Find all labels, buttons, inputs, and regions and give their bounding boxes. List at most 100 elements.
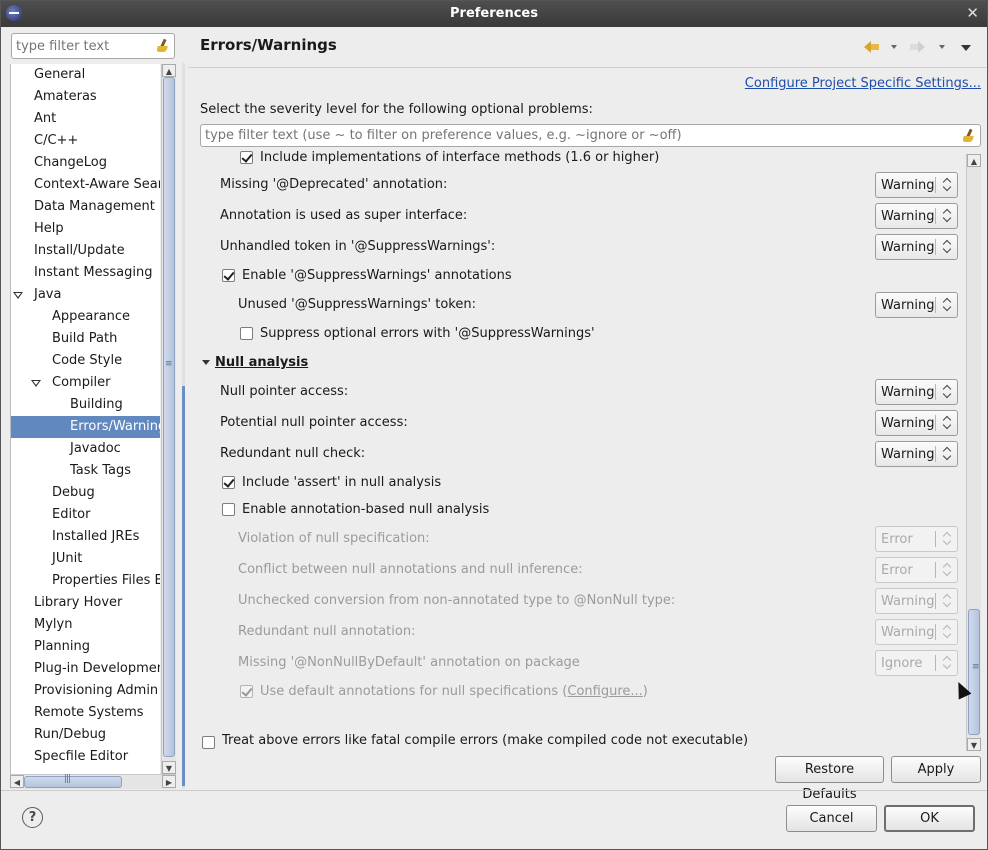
expand-arrow-icon[interactable]: [33, 311, 41, 323]
tree-item[interactable]: Build Path: [11, 328, 160, 350]
severity-setting-row[interactable]: Unhandled token in '@SuppressWarnings': W…: [200, 234, 966, 260]
tree-hscroll-thumb[interactable]: [24, 776, 122, 788]
severity-setting-row[interactable]: Redundant null check: Warning: [200, 441, 966, 467]
expand-arrow-icon[interactable]: [15, 729, 23, 741]
tree-item[interactable]: JUnit: [11, 548, 160, 570]
scroll-up-arrow-icon[interactable]: ▲: [162, 64, 176, 77]
settings-vertical-scrollbar[interactable]: ▲ ≡ ▼: [966, 154, 981, 751]
expand-arrow-icon[interactable]: [15, 245, 23, 257]
ok-button[interactable]: OK: [884, 805, 975, 832]
expand-arrow-icon[interactable]: [15, 91, 23, 103]
tree-scroll-thumb[interactable]: [163, 77, 175, 757]
tree-item[interactable]: Instant Messaging: [11, 262, 160, 284]
configure-annotations-link[interactable]: Configure...: [567, 684, 642, 699]
settings-scroll-thumb[interactable]: ≡: [968, 609, 980, 735]
collapse-arrow-icon[interactable]: [13, 292, 23, 299]
forward-history-dropdown-icon[interactable]: [939, 45, 945, 49]
tree-item[interactable]: Errors/Warnings: [11, 416, 160, 438]
tree-item[interactable]: Library Hover: [11, 592, 160, 614]
severity-select[interactable]: Warning: [875, 441, 958, 467]
severity-select[interactable]: Warning: [875, 410, 958, 436]
tree-item[interactable]: Mylyn: [11, 614, 160, 636]
tree-item[interactable]: Java: [11, 284, 160, 306]
help-icon[interactable]: ?: [22, 807, 43, 828]
tree-item[interactable]: Javadoc: [11, 438, 160, 460]
severity-select[interactable]: Warning: [875, 234, 958, 260]
severity-setting-row[interactable]: Missing '@Deprecated' annotation: Warning: [200, 172, 966, 198]
tree-item[interactable]: Context-Aware Searc: [11, 174, 160, 196]
tree-item[interactable]: Ant: [11, 108, 160, 130]
section-header-null-analysis[interactable]: Null analysis: [200, 350, 966, 376]
scroll-down-arrow-icon[interactable]: ▼: [162, 761, 176, 774]
tree-item[interactable]: Compiler: [11, 372, 160, 394]
tree-item[interactable]: Appearance: [11, 306, 160, 328]
severity-setting-row[interactable]: Unused '@SuppressWarnings' token: Warning: [200, 292, 966, 318]
scroll-right-arrow-icon[interactable]: ▶: [162, 775, 176, 788]
tree-filter-input[interactable]: [16, 35, 152, 57]
checkbox-setting-row[interactable]: Suppress optional errors with '@Suppress…: [200, 321, 966, 347]
expand-arrow-icon[interactable]: [15, 751, 23, 763]
section-title[interactable]: Null analysis: [215, 355, 308, 370]
tree-item[interactable]: Plug-in Development: [11, 658, 160, 680]
expand-arrow-icon[interactable]: [15, 113, 23, 125]
expand-arrow-icon[interactable]: [15, 135, 23, 147]
severity-select[interactable]: Warning: [875, 172, 958, 198]
expand-arrow-icon[interactable]: [33, 531, 41, 543]
expand-arrow-icon[interactable]: [33, 333, 41, 345]
clear-filter-icon[interactable]: [156, 39, 170, 53]
setting-checkbox[interactable]: [222, 269, 235, 282]
severity-select[interactable]: Warning: [875, 379, 958, 405]
tree-item[interactable]: Building: [11, 394, 160, 416]
configure-project-settings-link[interactable]: Configure Project Specific Settings...: [745, 76, 981, 91]
tree-item[interactable]: Debug: [11, 482, 160, 504]
collapse-arrow-icon[interactable]: [31, 380, 41, 387]
cancel-button[interactable]: Cancel: [786, 805, 877, 832]
expand-arrow-icon[interactable]: [15, 69, 23, 81]
tree-item[interactable]: ChangeLog: [11, 152, 160, 174]
setting-checkbox[interactable]: [222, 503, 235, 516]
tree-filter-field[interactable]: [11, 33, 175, 59]
tree-vertical-scrollbar[interactable]: ▲ ≡ ▼: [161, 64, 176, 774]
settings-scroll-up-icon[interactable]: ▲: [967, 154, 981, 167]
back-history-dropdown-icon[interactable]: [891, 45, 897, 49]
tree-item[interactable]: Data Management: [11, 196, 160, 218]
expand-arrow-icon[interactable]: [15, 597, 23, 609]
expand-arrow-icon[interactable]: [15, 707, 23, 719]
tree-item[interactable]: Planning: [11, 636, 160, 658]
view-menu-icon[interactable]: [961, 45, 971, 51]
tree-item[interactable]: General: [11, 64, 160, 86]
expand-arrow-icon[interactable]: [15, 619, 23, 631]
tree-item[interactable]: Editor: [11, 504, 160, 526]
expand-arrow-icon[interactable]: [33, 487, 41, 499]
setting-checkbox[interactable]: [240, 327, 253, 340]
setting-checkbox[interactable]: [240, 151, 253, 164]
tree-item[interactable]: Amateras: [11, 86, 160, 108]
tree-item[interactable]: Installed JREs: [11, 526, 160, 548]
tree-horizontal-scrollbar[interactable]: ◀ ||| ▶: [10, 774, 176, 789]
expand-arrow-icon[interactable]: [15, 663, 23, 675]
severity-select[interactable]: Warning: [875, 203, 958, 229]
tree-item[interactable]: Code Style: [11, 350, 160, 372]
checkbox-setting-row[interactable]: Enable annotation-based null analysis: [200, 497, 966, 523]
setting-checkbox[interactable]: [222, 476, 235, 489]
fatal-errors-checkbox[interactable]: [202, 736, 215, 749]
tree-item[interactable]: Properties Files Ed: [11, 570, 160, 592]
apply-button[interactable]: Apply: [891, 756, 981, 783]
back-arrow-icon[interactable]: [864, 39, 880, 53]
expand-arrow-icon[interactable]: [15, 223, 23, 235]
preference-tree[interactable]: General Amateras Ant C/C++ ChangeLog Context-…: [10, 64, 160, 774]
checkbox-setting-row[interactable]: Include implementations of interface met…: [200, 151, 966, 171]
tree-item[interactable]: Help: [11, 218, 160, 240]
tree-item[interactable]: Specfile Editor: [11, 746, 160, 768]
settings-scroll-down-icon[interactable]: ▼: [967, 738, 981, 751]
clear-problem-filter-icon[interactable]: [962, 129, 976, 143]
tree-item[interactable]: Provisioning Admin: [11, 680, 160, 702]
expand-arrow-icon[interactable]: [33, 355, 41, 367]
severity-setting-row[interactable]: Null pointer access: Warning: [200, 379, 966, 405]
severity-select[interactable]: Warning: [875, 292, 958, 318]
checkbox-setting-row[interactable]: Enable '@SuppressWarnings' annotations: [200, 263, 966, 289]
expand-arrow-icon[interactable]: [33, 509, 41, 521]
forward-arrow-icon[interactable]: [909, 39, 925, 53]
tree-item[interactable]: Remote Systems: [11, 702, 160, 724]
expand-arrow-icon[interactable]: [15, 201, 23, 213]
